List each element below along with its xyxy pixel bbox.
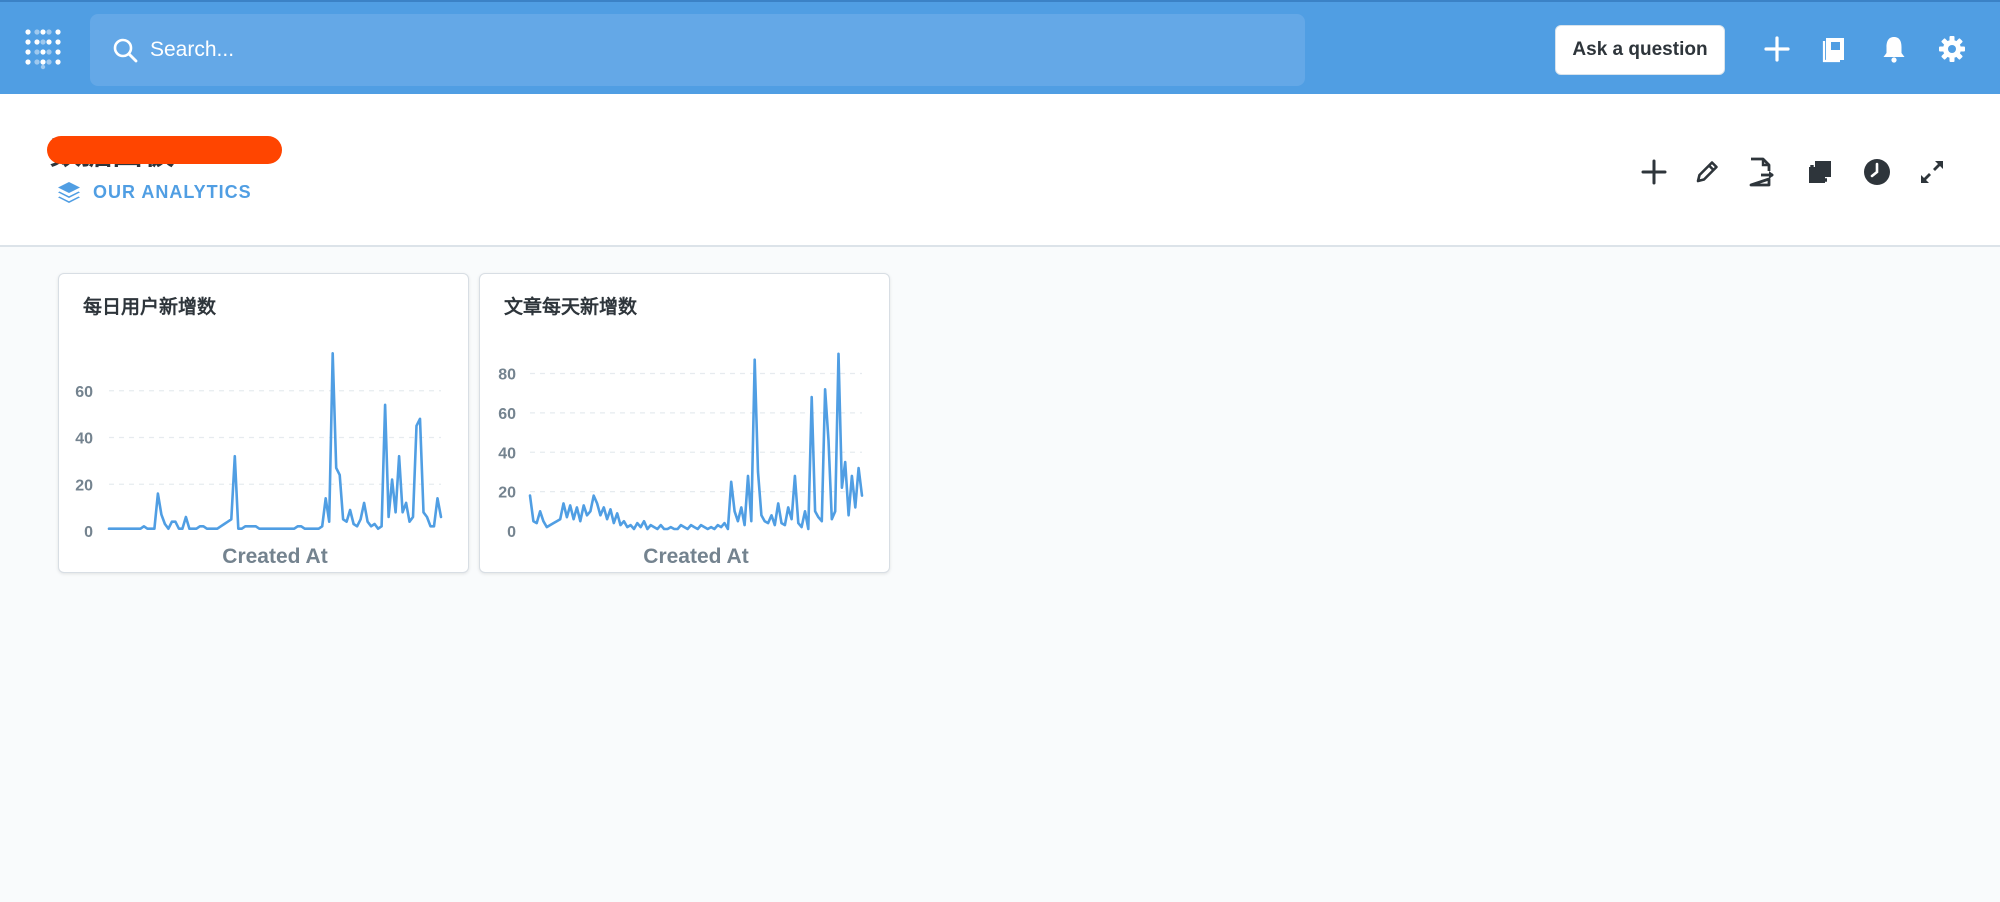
edit-pencil-icon[interactable]: [1689, 154, 1725, 190]
y-tick-label: 60: [75, 384, 93, 401]
ask-question-button[interactable]: Ask a question: [1555, 25, 1725, 75]
dashcard-daily-new-articles[interactable]: 文章每天新增数 0 20 40 60 80 Created At: [479, 273, 890, 573]
series-line: [107, 352, 443, 530]
line-chart: 0 20 40 60 80 Created At: [498, 352, 864, 568]
line-chart: 0 20 40 60 Created At: [75, 352, 443, 568]
search-icon: [113, 38, 138, 63]
move-document-icon[interactable]: [1744, 154, 1780, 190]
y-tick-label: 40: [498, 445, 516, 462]
settings-gear-icon[interactable]: [1935, 32, 1969, 66]
fullscreen-expand-icon[interactable]: [1914, 154, 1950, 190]
y-tick-label: 0: [507, 524, 516, 541]
search-input[interactable]: [150, 30, 1250, 70]
redaction-mark: [47, 136, 282, 164]
revision-history-clock-icon[interactable]: [1859, 154, 1895, 190]
y-tick-label: 80: [498, 367, 516, 384]
y-tick-label: 0: [84, 524, 93, 541]
duplicate-copy-icon[interactable]: [1802, 154, 1838, 190]
y-tick-label: 40: [75, 431, 93, 448]
dashboard-header: 数据面板 OUR ANALYTICS: [0, 94, 2000, 247]
browse-data-icon[interactable]: [1818, 32, 1852, 66]
x-axis-title: Created At: [643, 545, 748, 568]
dashcard-daily-new-users[interactable]: 每日用户新增数 0 20 40 60 Created At: [58, 273, 469, 573]
metabase-logo-icon[interactable]: [24, 26, 62, 70]
add-new-icon[interactable]: [1760, 32, 1794, 66]
search-bar[interactable]: [90, 14, 1305, 86]
add-question-icon[interactable]: [1636, 154, 1672, 190]
y-tick-label: 60: [498, 406, 516, 423]
x-axis-title: Created At: [222, 545, 327, 568]
collection-breadcrumb[interactable]: OUR ANALYTICS: [57, 180, 252, 204]
top-navbar: Ask a question: [0, 0, 2000, 94]
series-line: [528, 352, 864, 531]
notifications-bell-icon[interactable]: [1877, 32, 1911, 66]
y-tick-label: 20: [75, 477, 93, 494]
y-tick-label: 20: [498, 485, 516, 502]
collection-layers-icon: [58, 182, 80, 203]
collection-label: OUR ANALYTICS: [93, 181, 252, 202]
